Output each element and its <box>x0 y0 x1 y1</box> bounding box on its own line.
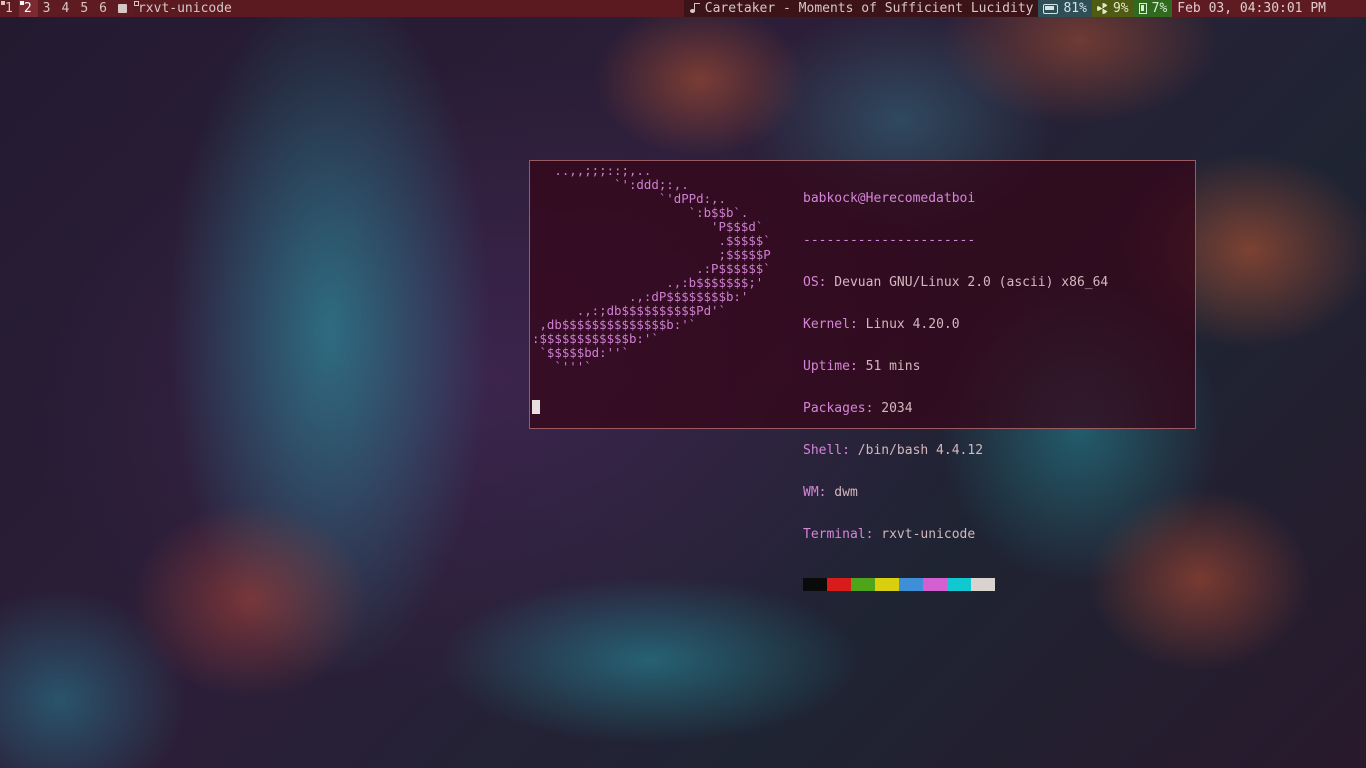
tag-2[interactable]: 2 <box>18 0 38 17</box>
status-bar: 1 2 3 4 5 6 rxvt-unicode Caretaker - Mom… <box>0 0 1366 17</box>
music-note-icon <box>689 3 700 14</box>
status-area: Caretaker - Moments of Sufficient Lucidi… <box>683 0 1366 17</box>
color-palette <box>803 578 1108 591</box>
distro-ascii-logo: ..,,;;;::;,.. `':ddd;:,. `'dPPd:,. `:b$$… <box>532 163 771 374</box>
info-wm: WM: dwm <box>803 485 858 500</box>
radiation-icon <box>1096 3 1108 14</box>
cpu-status: 9% <box>1091 0 1134 17</box>
memory-chip-icon <box>1138 3 1147 14</box>
palette-swatch-4 <box>899 578 923 591</box>
tag-3[interactable]: 3 <box>38 0 57 17</box>
info-terminal: Terminal: rxvt-unicode <box>803 527 976 542</box>
tag-1[interactable]: 1 <box>0 0 19 17</box>
occupied-indicator <box>19 1 24 5</box>
terminal-window[interactable]: ..,,;;;::;,.. `':ddd;:,. `'dPPd:,. `:b$$… <box>529 160 1196 591</box>
window-title[interactable]: rxvt-unicode <box>132 0 684 17</box>
user-host: babkock@Herecomedatboi <box>803 191 976 206</box>
palette-swatch-5 <box>923 578 947 591</box>
now-playing: Caretaker - Moments of Sufficient Lucidi… <box>683 0 1039 17</box>
memory-status: 7% <box>1133 0 1173 17</box>
info-packages: Packages: 2034 <box>803 401 913 416</box>
text-cursor <box>532 400 540 414</box>
info-uptime: Uptime: 51 mins <box>803 359 921 374</box>
tag-5[interactable]: 5 <box>75 0 94 17</box>
info-os: OS: Devuan GNU/Linux 2.0 (ascii) x86_64 <box>803 275 1109 290</box>
palette-swatch-2 <box>851 578 875 591</box>
system-info: babkock@Herecomedatboi -----------------… <box>803 164 1108 619</box>
palette-swatch-6 <box>947 578 971 591</box>
layout-icon[interactable] <box>113 0 133 17</box>
tag-6[interactable]: 6 <box>94 0 113 17</box>
battery-status: 81% <box>1038 0 1092 17</box>
info-shell: Shell: /bin/bash 4.4.12 <box>803 443 984 458</box>
info-kernel: Kernel: Linux 4.20.0 <box>803 317 960 332</box>
separator: ---------------------- <box>803 233 976 248</box>
palette-swatch-0 <box>803 578 827 591</box>
palette-swatch-1 <box>827 578 851 591</box>
clock: Feb 03, 04:30:01 PM <box>1172 0 1366 17</box>
palette-swatch-7 <box>971 578 995 591</box>
tag-4[interactable]: 4 <box>56 0 75 17</box>
occupied-indicator <box>1 1 5 5</box>
palette-swatch-3 <box>875 578 899 591</box>
battery-icon <box>1043 3 1059 14</box>
